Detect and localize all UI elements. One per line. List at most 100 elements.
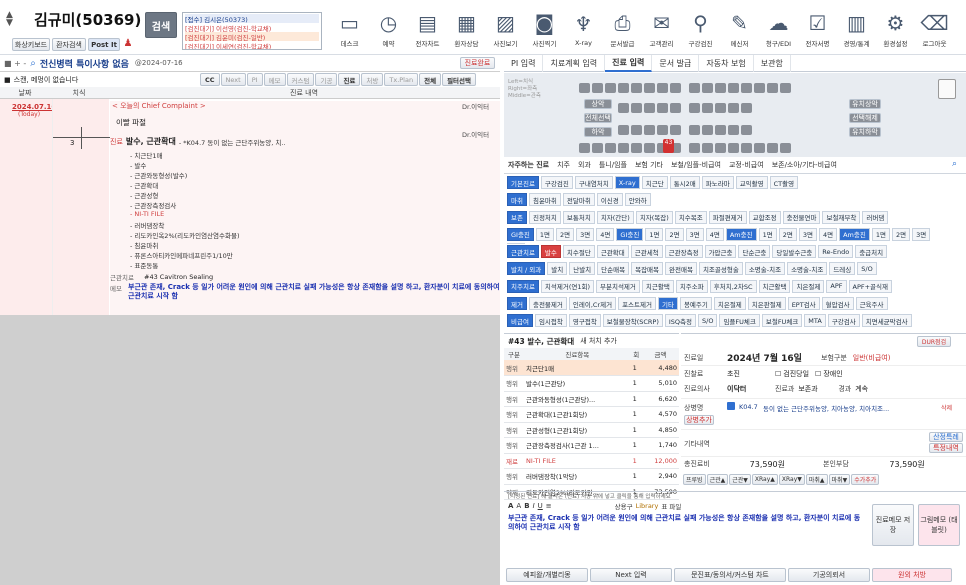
primary-upper-button[interactable]: 유치상악 [849, 99, 881, 109]
procedure-chip[interactable]: 치주소파 [675, 279, 708, 293]
table-row[interactable]: 행위 근관장측정검사(1근관 1... 1 1,740 [504, 437, 679, 454]
tooth-button[interactable] [605, 83, 616, 93]
procedure-chip[interactable]: 보철물장착(SCRP) [602, 314, 663, 328]
procedure-chip[interactable]: 치수절단 [562, 245, 595, 259]
tooth-button[interactable] [631, 125, 642, 135]
user-icon[interactable]: ♟ [122, 38, 134, 51]
toolbar-photo-button[interactable]: ▨ 사진보기 [486, 10, 525, 48]
filter-button[interactable]: 필터선택 [442, 73, 476, 86]
toolbar-mail-button[interactable]: ✉ 고객관리 [642, 10, 681, 48]
adjust-button[interactable]: 마취▼ [828, 474, 851, 485]
procedure-chip[interactable]: 소명술-치조 [744, 262, 786, 276]
toolbar-clock-button[interactable]: ◷ 예약 [369, 10, 408, 48]
procedure-chip[interactable]: 파절편제거 [708, 210, 747, 224]
table-row[interactable]: 행위 근관성형(1근관1회당) 1 4,850 [504, 422, 679, 438]
procedure-chip[interactable]: 2면 [778, 227, 797, 241]
tooth-button[interactable] [631, 83, 642, 93]
procedure-chip[interactable]: 발치 / 외과 [507, 262, 546, 276]
procedure-chip[interactable]: X-ray [614, 176, 640, 189]
table-row[interactable]: 행위 치근단1매 1 4,480 [504, 360, 679, 376]
procedure-chip[interactable]: 임플FU체크 [719, 314, 760, 328]
toolbar-probe-button[interactable]: ⚲ 구강검진 [681, 10, 720, 48]
primary-lower-button[interactable]: 유치하악 [849, 127, 881, 137]
procedure-chip[interactable]: 3면 [576, 227, 595, 241]
picture-memo-button[interactable]: 그림메모 (태블릿) [918, 504, 960, 546]
procedure-chip[interactable]: 2면 [665, 227, 684, 241]
note-checkbox[interactable]: ■ [4, 76, 11, 84]
procedure-chip[interactable]: 가압근충 [704, 245, 737, 259]
procedure-chip[interactable]: 4면 [818, 227, 838, 241]
procedure-chip[interactable]: Re-Endo [818, 245, 854, 259]
disabled-checkbox[interactable]: ☐ [815, 370, 821, 378]
tooth-button[interactable] [780, 83, 791, 93]
chart-toggle-icon[interactable]: ■ + - [4, 59, 26, 68]
add-diagnosis-button[interactable]: 상병추가 [684, 415, 714, 425]
tooth-button[interactable] [644, 143, 655, 153]
procedure-chip[interactable]: 치조골성형술 [698, 262, 743, 276]
procedure-chip[interactable]: 치자(간단) [596, 210, 634, 224]
toolbar-film-button[interactable]: ▦ 환자상담 [447, 10, 486, 48]
adjust-button[interactable]: XRay▼ [778, 474, 805, 485]
tooth-button[interactable] [618, 125, 629, 135]
procedure-chip[interactable]: 침윤마취 [528, 193, 561, 207]
tooth-button[interactable] [741, 103, 752, 113]
adjust-button[interactable]: 근관▼ [729, 474, 751, 485]
procedure-chip[interactable]: 진정처치 [528, 210, 561, 224]
special-button[interactable]: 산정특례 [929, 432, 963, 442]
tooth-button[interactable] [728, 83, 739, 93]
tooth-button[interactable] [657, 103, 668, 113]
tooth-button[interactable] [631, 103, 642, 113]
tooth-button[interactable] [689, 103, 700, 113]
filter-button[interactable]: PI [246, 73, 263, 86]
toolbar-tooth-button[interactable]: ♆ X-ray [564, 11, 603, 47]
filter-button[interactable]: 처방 [361, 73, 384, 86]
checkup-checkbox[interactable]: ☐ [775, 370, 781, 378]
procedure-chip[interactable]: 기타 [657, 297, 678, 311]
procedure-chip[interactable]: 단순매복 [597, 262, 630, 276]
procedure-chip[interactable]: 3면 [912, 227, 931, 241]
waiting-item[interactable]: [접수] 김시은(50373) [185, 14, 319, 24]
procedure-chip[interactable]: 1면 [758, 227, 777, 241]
toolbar-camera-button[interactable]: ◙ 사진찍기 [525, 10, 564, 48]
category-tab[interactable]: 틀니/임플 [595, 160, 631, 170]
memo-editor-text[interactable]: 부근관 존재, Crack 등 일가 어려운 원인에 의해 근관치료 실패 가능… [508, 514, 863, 532]
procedure-chip[interactable]: 안와하 [624, 193, 651, 207]
font-icon[interactable]: A [508, 502, 513, 510]
tab-2[interactable]: 진료 입력 [605, 54, 653, 72]
tooth-button[interactable] [592, 143, 603, 153]
tooth-button[interactable] [754, 143, 765, 153]
filter-button[interactable]: 진료 [338, 73, 361, 86]
procedure-chip[interactable]: 파노라마 [701, 176, 734, 189]
procedure-chip[interactable]: 치근단 [641, 176, 668, 189]
procedure-chip[interactable]: 보통처치 [562, 210, 595, 224]
procedure-chip[interactable]: 구강검진 [540, 176, 573, 189]
procedure-chip[interactable]: 치수복조 [674, 210, 707, 224]
tooth-button[interactable] [754, 83, 765, 93]
toolbar-checkbox-button[interactable]: ☑ 전자서명 [798, 10, 837, 48]
patient-name[interactable]: 김규미(50369) [34, 9, 141, 30]
procedure-chip[interactable]: EPT검사 [787, 297, 820, 311]
bold-icon[interactable]: B [524, 502, 529, 510]
adjust-button[interactable]: 수가추가 [851, 474, 880, 485]
procedure-chip[interactable]: 3면 [685, 227, 704, 241]
procedure-chip[interactable]: 마취 [507, 193, 527, 207]
tooth-button[interactable] [618, 83, 629, 93]
procedure-chip[interactable]: 1면 [645, 227, 664, 241]
prev-next-arrows[interactable]: ▲ ▼ [6, 11, 16, 28]
tab-3[interactable]: 문서 발급 [652, 54, 700, 72]
procedure-chip[interactable]: 1면 [871, 227, 890, 241]
procedure-chip[interactable]: 4면 [596, 227, 615, 241]
bottom-button[interactable]: 문진표/동의서/커스텀 차트 [674, 568, 786, 582]
tooth-button[interactable] [689, 83, 700, 93]
procedure-chip[interactable]: 1면 [535, 227, 555, 241]
category-tab[interactable]: 교정-비급여 [725, 160, 768, 170]
table-row[interactable]: 행위 근관와동형성(1근관당)... 1 6,620 [504, 391, 679, 407]
filter-button[interactable]: Next [220, 73, 246, 86]
search-icon[interactable]: ⌕ [30, 58, 36, 69]
tooth-button[interactable] [702, 103, 713, 113]
procedure-chip[interactable]: Am충진 [839, 227, 870, 241]
procedure-chip[interactable]: 치근활택 [758, 279, 791, 293]
tooth-button[interactable] [702, 83, 713, 93]
tooth-button[interactable] [657, 83, 668, 93]
visit-date[interactable]: 2024.07.16 [12, 103, 56, 111]
